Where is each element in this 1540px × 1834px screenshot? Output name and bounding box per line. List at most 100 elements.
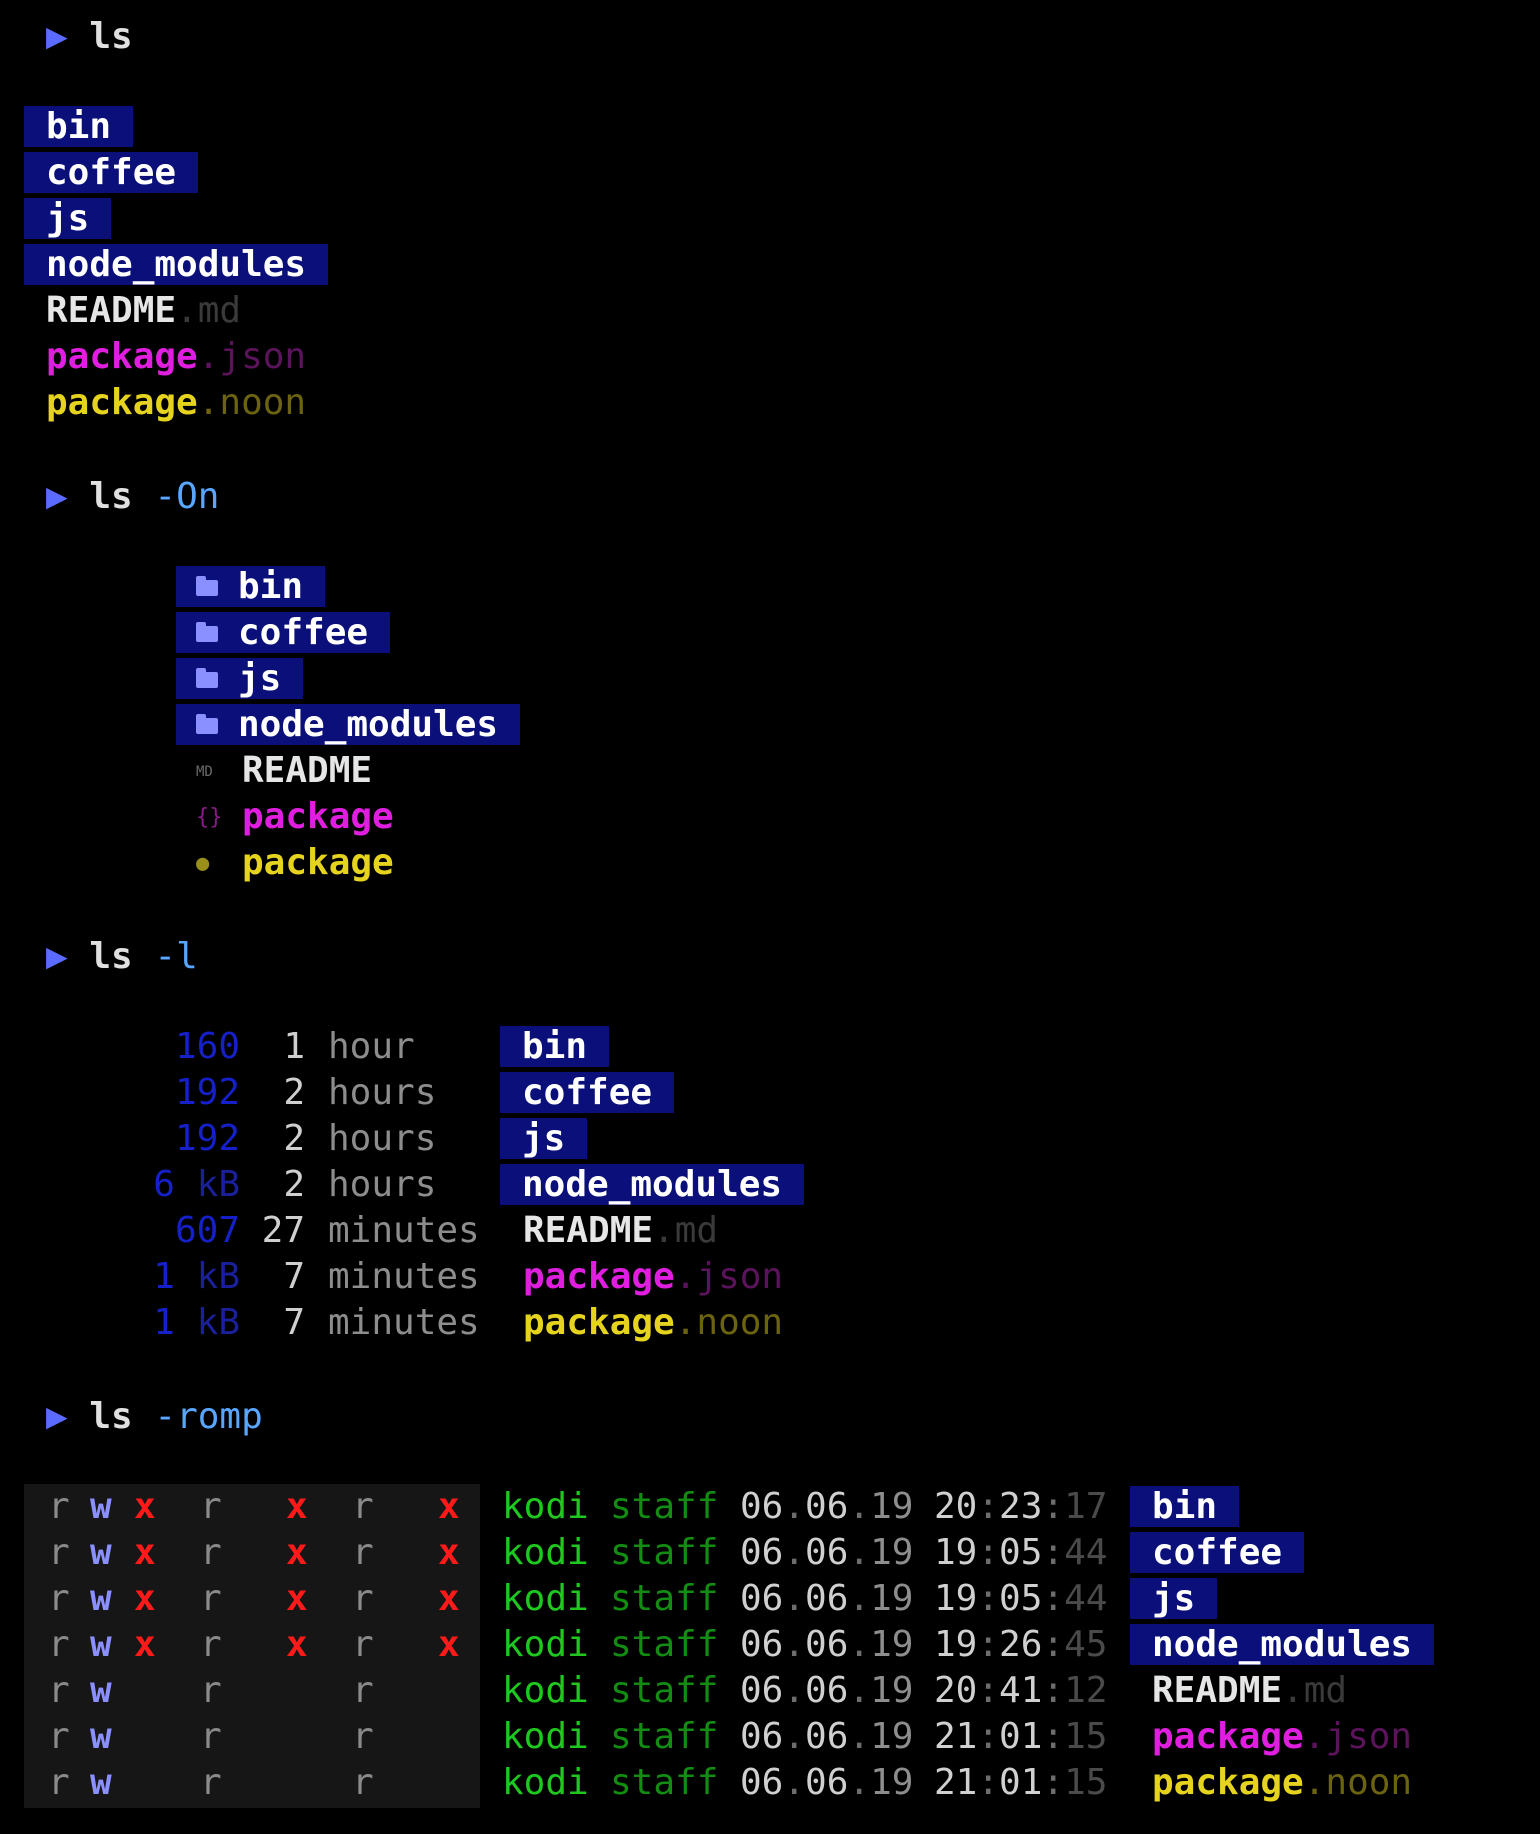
time-separator: : <box>1042 1762 1065 1803</box>
size-value: 1 <box>153 1256 175 1297</box>
permission-flag: r <box>48 1670 70 1711</box>
file-extension: .md <box>1282 1670 1348 1711</box>
modified-date: 06.06.19 <box>740 1714 913 1760</box>
dir-entry: js <box>24 196 112 242</box>
date-year: 19 <box>870 1716 914 1757</box>
time-separator: : <box>977 1762 1000 1803</box>
time-separator: : <box>977 1486 1000 1527</box>
file-entry: README.md <box>46 288 241 334</box>
time-second: 44 <box>1064 1578 1108 1619</box>
size-cell: 1 kB <box>153 1254 240 1300</box>
date-separator: . <box>848 1670 871 1711</box>
json-icon: {} <box>196 805 223 830</box>
time-second: 12 <box>1064 1670 1108 1711</box>
romp-row: r w x r x r x kodi staff 06.06.19 19:05:44 js <box>0 1576 1540 1622</box>
time-minute: 41 <box>999 1670 1043 1711</box>
file-name: package <box>46 382 198 423</box>
directory-name: bin <box>1130 1486 1240 1527</box>
folder-icon <box>196 576 218 596</box>
group-name: staff <box>610 1578 719 1619</box>
time-minute: 05 <box>999 1578 1043 1619</box>
permission-flag: r <box>48 1716 70 1757</box>
modified-time: 19:26:45 <box>934 1622 1107 1668</box>
entry-name: package.json <box>1152 1714 1412 1760</box>
dir-entry-icon: node_modules <box>176 702 521 748</box>
file-extension: .json <box>674 1256 784 1297</box>
permission-flag: w <box>90 1762 112 1803</box>
permission-flag: r <box>352 1624 374 1665</box>
permission-flag: r <box>352 1486 374 1527</box>
age-unit: hours <box>328 1118 437 1159</box>
file-entry-icon: {} package <box>196 794 394 840</box>
file-extension: .json <box>197 336 307 377</box>
size-value: 6 <box>153 1164 175 1205</box>
date-day: 06 <box>740 1624 784 1665</box>
age-unit: hour <box>328 1026 415 1067</box>
dir-entry: bin <box>24 104 134 150</box>
age-unit: hours <box>328 1164 437 1205</box>
size-cell: 192 <box>175 1116 240 1162</box>
directory-name: js <box>1130 1578 1218 1619</box>
time-separator: : <box>1042 1716 1065 1757</box>
file-extension: .md <box>653 1210 719 1251</box>
dir-entry-icon: js <box>176 656 304 702</box>
time-separator: : <box>1042 1532 1065 1573</box>
size-unit: kB <box>196 1256 240 1297</box>
modified-time: 21:01:15 <box>934 1760 1107 1806</box>
date-month: 06 <box>805 1578 849 1619</box>
group-name: staff <box>610 1716 719 1757</box>
age-value: 2 <box>283 1072 305 1113</box>
modified-time: 19:05:44 <box>934 1576 1107 1622</box>
file-entry: package.json <box>46 334 306 380</box>
permission-flag: r <box>352 1578 374 1619</box>
long-listing-row: 607 27 minutes README.md <box>0 1208 1540 1254</box>
size-value: 192 <box>174 1118 240 1159</box>
directory-name: coffee <box>238 612 369 653</box>
prompt-icon: ▶ <box>46 16 68 57</box>
permission-flag: r <box>352 1716 374 1757</box>
group-name: staff <box>610 1532 719 1573</box>
time-hour: 20 <box>934 1670 978 1711</box>
directory-name: coffee <box>500 1072 675 1113</box>
date-separator: . <box>783 1624 806 1665</box>
modified-date: 06.06.19 <box>740 1668 913 1714</box>
size-value: 160 <box>174 1026 240 1067</box>
time-separator: : <box>1042 1624 1065 1665</box>
age-value: 2 <box>283 1164 305 1205</box>
file-entry-icon: ● package <box>196 840 394 886</box>
folder-icon <box>196 714 218 734</box>
permission-flag: x <box>286 1578 308 1619</box>
age-value: 1 <box>283 1026 305 1067</box>
date-separator: . <box>783 1716 806 1757</box>
dir-entry-icon: coffee <box>176 610 391 656</box>
date-separator: . <box>783 1486 806 1527</box>
permission-flag: r <box>200 1578 222 1619</box>
date-separator: . <box>848 1486 871 1527</box>
modified-date: 06.06.19 <box>740 1576 913 1622</box>
time-second: 44 <box>1064 1532 1108 1573</box>
group-name: staff <box>610 1486 719 1527</box>
romp-row: r w x r x r x kodi staff 06.06.19 20:23:17 bin <box>0 1484 1540 1530</box>
time-separator: : <box>1042 1486 1065 1527</box>
permission-flag: r <box>48 1624 70 1665</box>
modified-time: 21:01:15 <box>934 1714 1107 1760</box>
command-flag: -romp <box>132 1396 263 1437</box>
permission-flag: w <box>90 1578 112 1619</box>
directory-name: node_modules <box>24 244 329 285</box>
directory-row: coffee <box>176 612 391 653</box>
size-unit: kB <box>196 1164 240 1205</box>
directory-name: node_modules <box>500 1164 805 1205</box>
date-separator: . <box>783 1578 806 1619</box>
permission-flag: r <box>200 1532 222 1573</box>
date-separator: . <box>783 1532 806 1573</box>
long-listing-row: 1 kB 7 minutes package.json <box>0 1254 1540 1300</box>
time-second: 15 <box>1064 1762 1108 1803</box>
date-year: 19 <box>870 1670 914 1711</box>
file-name: package <box>46 336 198 377</box>
permission-flag: x <box>286 1532 308 1573</box>
time-minute: 01 <box>999 1716 1043 1757</box>
directory-name: coffee <box>1130 1532 1305 1573</box>
age-value: 27 <box>261 1210 305 1251</box>
time-separator: : <box>977 1624 1000 1665</box>
date-year: 19 <box>870 1578 914 1619</box>
